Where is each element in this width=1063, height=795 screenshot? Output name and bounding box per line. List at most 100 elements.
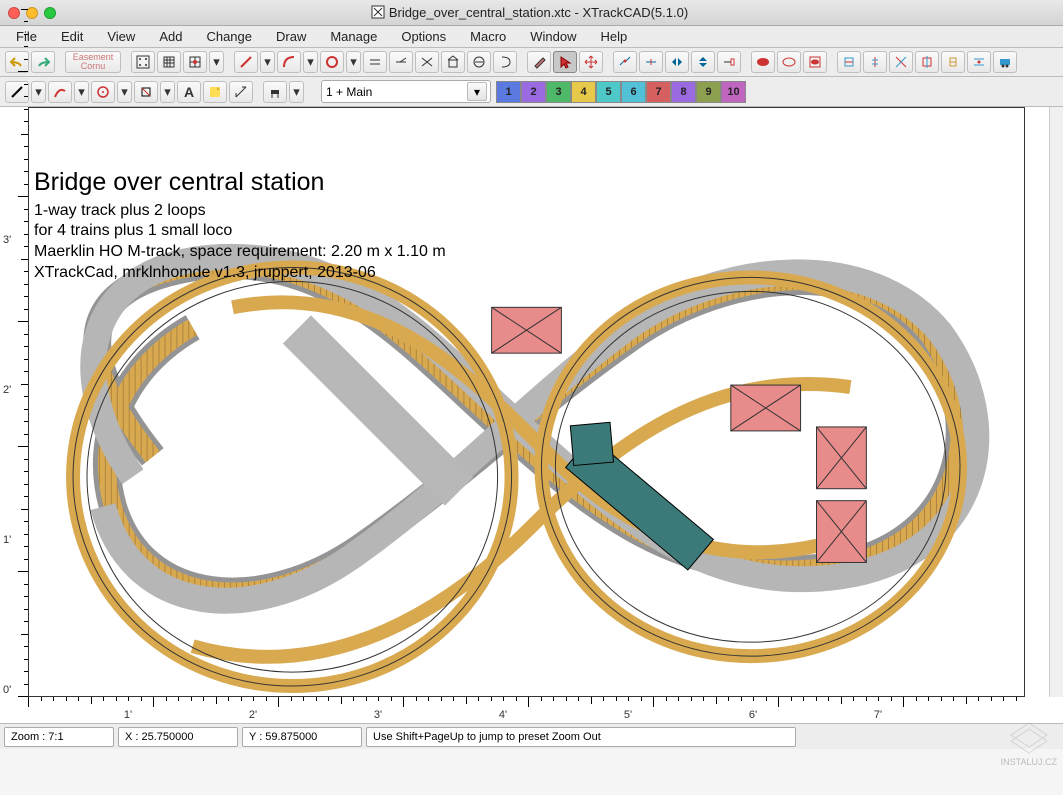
- profile-icon[interactable]: [803, 51, 827, 73]
- helix-icon[interactable]: [493, 51, 517, 73]
- drawing-subtitle-2: for 4 trains plus 1 small loco: [34, 221, 446, 242]
- layer-buttons: 12345678910: [496, 81, 746, 103]
- layer-button-4[interactable]: 4: [571, 81, 596, 103]
- handlaid-turnout-icon[interactable]: [415, 51, 439, 73]
- layer-button-1[interactable]: 1: [496, 81, 521, 103]
- structure-icon[interactable]: [441, 51, 465, 73]
- layer-button-5[interactable]: 5: [596, 81, 621, 103]
- modify-icon[interactable]: [527, 51, 551, 73]
- ruler-vertical: 0'1'2'3': [0, 107, 28, 697]
- drawing-title-block: Bridge over central station 1-way track …: [34, 166, 446, 284]
- tool6-icon[interactable]: [967, 51, 991, 73]
- circle-track-icon[interactable]: [320, 51, 344, 73]
- layer-button-8[interactable]: 8: [671, 81, 696, 103]
- layer-button-3[interactable]: 3: [546, 81, 571, 103]
- tool2-icon[interactable]: [863, 51, 887, 73]
- canvas-area: 0'1'2'3': [0, 107, 1063, 723]
- parallel-icon[interactable]: [363, 51, 387, 73]
- circle-tool-dropdown[interactable]: ▾: [117, 81, 132, 103]
- layer-combo-value: 1 + Main: [326, 85, 372, 99]
- curve-track-icon[interactable]: [277, 51, 301, 73]
- tool1-icon[interactable]: [837, 51, 861, 73]
- menu-macro[interactable]: Macro: [460, 27, 516, 46]
- status-zoom: Zoom : 7:1: [4, 727, 114, 747]
- drawing-title: Bridge over central station: [34, 166, 446, 199]
- window-controls: [0, 7, 56, 19]
- dimension-icon[interactable]: [229, 81, 253, 103]
- scrollbar-vertical[interactable]: [1049, 107, 1063, 697]
- status-x: X : 25.750000: [118, 727, 238, 747]
- turnout-icon[interactable]: [389, 51, 413, 73]
- drawing-canvas[interactable]: Bridge over central station 1-way track …: [28, 107, 1025, 697]
- toolbar-secondary: ▾ ▾ ▾ ▾ A ▾ 1 + Main ▾ 12345678910: [0, 77, 1063, 107]
- split-icon[interactable]: [639, 51, 663, 73]
- titlebar: Bridge_over_central_station.xtc - XTrack…: [0, 0, 1063, 26]
- menu-edit[interactable]: Edit: [51, 27, 93, 46]
- move-icon[interactable]: [579, 51, 603, 73]
- curve-tool-icon[interactable]: [48, 81, 72, 103]
- turntable-icon[interactable]: [467, 51, 491, 73]
- train-icon[interactable]: [993, 51, 1017, 73]
- menu-add[interactable]: Add: [149, 27, 192, 46]
- redo-icon[interactable]: [31, 51, 55, 73]
- flip-h-icon[interactable]: [665, 51, 689, 73]
- watermark: INSTALUJ.CZ: [1001, 715, 1057, 767]
- menu-bar: File Edit View Add Change Draw Manage Op…: [0, 26, 1063, 48]
- circle-dropdown[interactable]: ▾: [346, 51, 361, 73]
- box-tool-dropdown[interactable]: ▾: [160, 81, 175, 103]
- menu-change[interactable]: Change: [196, 27, 262, 46]
- layer-button-7[interactable]: 7: [646, 81, 671, 103]
- straight-track-icon[interactable]: [234, 51, 258, 73]
- elevation-icon[interactable]: [777, 51, 801, 73]
- ruler-right: [1025, 107, 1049, 697]
- menu-view[interactable]: View: [97, 27, 145, 46]
- menu-manage[interactable]: Manage: [320, 27, 387, 46]
- benchwork-icon[interactable]: [263, 81, 287, 103]
- layer-button-6[interactable]: 6: [621, 81, 646, 103]
- straight-dropdown[interactable]: ▾: [260, 51, 275, 73]
- menu-window[interactable]: Window: [520, 27, 586, 46]
- drawing-subtitle-3: Maerklin HO M-track, space requirement: …: [34, 242, 446, 263]
- maximize-icon[interactable]: [44, 7, 56, 19]
- close-icon[interactable]: [8, 7, 20, 19]
- menu-file[interactable]: File: [6, 27, 47, 46]
- toolbar-primary: Easement Cornu ▾ ▾ ▾ ▾: [0, 48, 1063, 77]
- tool3-icon[interactable]: [889, 51, 913, 73]
- ruler-horizontal: 1'2'3'4'5'6'7': [28, 697, 1025, 723]
- layer-button-10[interactable]: 10: [721, 81, 746, 103]
- chevron-down-icon[interactable]: ▾: [467, 82, 487, 101]
- status-hint: Use Shift+PageUp to jump to preset Zoom …: [366, 727, 796, 747]
- layer-button-9[interactable]: 9: [696, 81, 721, 103]
- trim-icon[interactable]: [717, 51, 741, 73]
- box-tool-icon[interactable]: [134, 81, 158, 103]
- layer-button-2[interactable]: 2: [521, 81, 546, 103]
- benchwork-dropdown[interactable]: ▾: [289, 81, 304, 103]
- show-grid-icon[interactable]: [157, 51, 181, 73]
- join-icon[interactable]: [613, 51, 637, 73]
- snap-dropdown[interactable]: ▾: [209, 51, 224, 73]
- circle-tool-icon[interactable]: [91, 81, 115, 103]
- menu-options[interactable]: Options: [391, 27, 456, 46]
- text-tool-icon[interactable]: A: [177, 81, 201, 103]
- menu-help[interactable]: Help: [591, 27, 638, 46]
- status-bar: Zoom : 7:1 X : 25.750000 Y : 59.875000 U…: [0, 723, 1063, 749]
- status-y: Y : 59.875000: [242, 727, 362, 747]
- easement-button[interactable]: Easement Cornu: [65, 51, 121, 73]
- window-title: Bridge_over_central_station.xtc - XTrack…: [56, 5, 1003, 20]
- note-tool-icon[interactable]: [203, 81, 227, 103]
- tool4-icon[interactable]: [915, 51, 939, 73]
- describe-icon[interactable]: [751, 51, 775, 73]
- drawing-subtitle-4: XTrackCad, mrklnhomde v1.3, jruppert, 20…: [34, 263, 446, 284]
- line-dropdown[interactable]: ▾: [31, 81, 46, 103]
- select-icon[interactable]: [553, 51, 577, 73]
- tool5-icon[interactable]: [941, 51, 965, 73]
- menu-draw[interactable]: Draw: [266, 27, 316, 46]
- layer-combo[interactable]: 1 + Main ▾: [321, 80, 491, 103]
- curve-tool-dropdown[interactable]: ▾: [74, 81, 89, 103]
- drawing-subtitle-1: 1-way track plus 2 loops: [34, 201, 446, 222]
- zoom-extents-icon[interactable]: [131, 51, 155, 73]
- undo-icon[interactable]: [5, 51, 29, 73]
- flip-v-icon[interactable]: [691, 51, 715, 73]
- curve-dropdown[interactable]: ▾: [303, 51, 318, 73]
- snap-grid-icon[interactable]: [183, 51, 207, 73]
